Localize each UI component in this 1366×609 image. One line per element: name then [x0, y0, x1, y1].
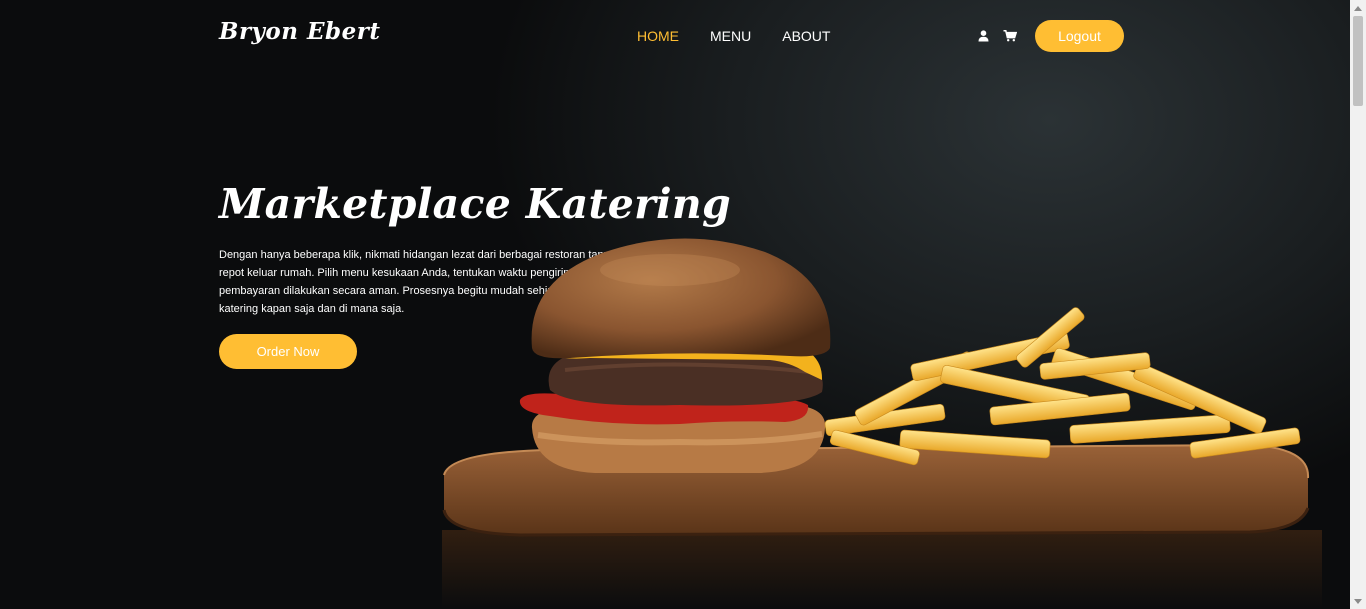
hero-title: Marketplace Katering [219, 180, 731, 228]
scroll-down-arrow-icon[interactable] [1350, 593, 1366, 609]
scroll-thumb[interactable] [1353, 16, 1363, 106]
user-icon[interactable] [975, 28, 991, 44]
user-options: Logout [975, 20, 1124, 52]
site-header: Bryon Ebert HOME MENU ABOUT Logout [0, 0, 1350, 72]
scroll-up-arrow-icon[interactable] [1350, 0, 1366, 16]
main-nav: HOME MENU ABOUT [637, 28, 830, 44]
burger-and-fries-image [442, 238, 1322, 609]
order-now-button[interactable]: Order Now [219, 334, 357, 369]
brand-logo[interactable]: Bryon Ebert [219, 18, 380, 45]
nav-home[interactable]: HOME [637, 28, 679, 44]
logout-button[interactable]: Logout [1035, 20, 1124, 52]
hero-section: Bryon Ebert HOME MENU ABOUT Logout Marke… [0, 0, 1350, 609]
nav-menu[interactable]: MENU [710, 28, 751, 44]
page-scrollbar[interactable] [1350, 0, 1366, 609]
nav-about[interactable]: ABOUT [782, 28, 830, 44]
cart-icon[interactable] [1002, 28, 1018, 44]
